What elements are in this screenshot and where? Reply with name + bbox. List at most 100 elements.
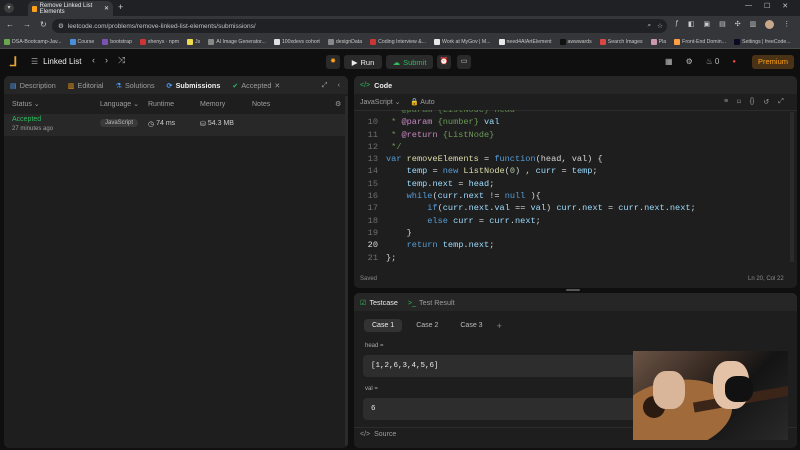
code-token: = — [453, 178, 469, 189]
code-token: curr — [535, 166, 557, 177]
left-tabbar: ▤ Description ▥ Editorial ⚗ Solutions ⟳ Submiss… — [4, 76, 348, 94]
line-number: 10 — [367, 117, 378, 128]
braces-icon[interactable]: {} — [750, 98, 755, 106]
format-icon[interactable]: ≡ — [724, 98, 728, 106]
tab-search-icon[interactable]: ▾ — [4, 3, 14, 13]
menu-icon[interactable]: ⋮ — [783, 20, 790, 29]
bookmark-item[interactable]: Course — [69, 39, 94, 45]
tab-editorial[interactable]: ▥ Editorial — [68, 81, 104, 90]
tab-accepted[interactable]: ✔ Accepted ✕ — [232, 81, 280, 90]
leetcode-logo-icon[interactable]: ⅃ — [10, 55, 22, 69]
bookmark-item[interactable]: Coding Interview &... — [370, 39, 426, 45]
tab-solutions[interactable]: ⚗ Solutions — [116, 81, 155, 90]
premium-button[interactable]: Premium — [752, 55, 794, 69]
code-token: == — [509, 203, 531, 214]
layout-icon[interactable]: ▦ — [665, 57, 673, 66]
bookmarks-bar: DSA-Bootcamp-Jav... Course bootstrap shenys… — [0, 36, 800, 49]
code-token: @return — [401, 129, 438, 140]
bookmark-item[interactable]: DSA-Bootcamp-Jav... — [4, 39, 62, 45]
tab-description[interactable]: ▤ Description — [10, 81, 56, 90]
bookmark-item[interactable]: Work at MyGov | M... — [434, 39, 491, 45]
timer-icon[interactable]: ⏰ — [437, 55, 451, 69]
settings-icon[interactable]: ⚙ — [686, 57, 693, 66]
auto-format-toggle[interactable]: 🔒 Auto — [410, 98, 435, 106]
status-header[interactable]: Status ⌄ — [12, 100, 40, 108]
extensions-puzzle-icon[interactable]: ✣ — [735, 20, 741, 29]
debug-icon[interactable]: ✹ — [326, 55, 340, 69]
close-window-icon[interactable]: ✕ — [782, 2, 788, 10]
bookmark-item[interactable]: 100xdevs cohort — [273, 39, 320, 45]
extension-icon[interactable]: ◧ — [688, 20, 695, 29]
notes-icon[interactable]: ▭ — [457, 55, 471, 69]
add-case-icon[interactable]: + — [497, 321, 502, 331]
code-editor[interactable]: * @param {ListNode} head 10 * @param {num… — [356, 110, 786, 264]
bookmark-item[interactable]: awwwards — [559, 39, 592, 45]
code-scrollbar[interactable] — [790, 112, 794, 262]
resize-handle[interactable] — [566, 289, 580, 291]
status-accepted[interactable]: Accepted — [12, 116, 41, 123]
code-icon: </> — [360, 431, 371, 438]
shuffle-icon[interactable]: ⤨ — [118, 55, 125, 66]
tab-submissions[interactable]: ⟳ Submissions — [167, 81, 221, 90]
bookmark-item[interactable]: shenys · npm — [139, 39, 179, 45]
browser-tab[interactable]: Remove Linked List Elements ✕ — [28, 1, 113, 16]
close-tab-icon[interactable]: ✕ — [274, 81, 280, 90]
left-scrollbar[interactable] — [345, 96, 348, 446]
fullscreen-icon[interactable]: ⤢ — [778, 98, 784, 106]
table-row[interactable]: Accepted 27 minutes ago JavaScript ◷ 74 m… — [4, 114, 348, 136]
code-token: head — [468, 178, 490, 189]
next-problem-icon[interactable]: › — [105, 55, 108, 66]
bookmark-favicon-icon — [4, 39, 10, 45]
terminal-icon: >_ — [407, 297, 417, 307]
table-settings-icon[interactable]: ⚙ — [335, 100, 341, 108]
address-bar[interactable]: ⚙ leetcode.com/problems/remove-linked-li… — [52, 19, 667, 33]
bookmark-item[interactable]: Js — [187, 39, 200, 45]
zoom-icon[interactable]: ⌕ — [648, 22, 652, 30]
back-icon[interactable]: ← — [6, 20, 14, 29]
bookmark-item[interactable]: Pla — [650, 39, 666, 45]
streak-counter[interactable]: ♨ 0 — [706, 57, 720, 66]
expand-icon[interactable]: ⤢ — [322, 80, 328, 90]
case-tab[interactable]: Case 1 — [364, 319, 403, 332]
prev-problem-icon[interactable]: ‹ — [92, 55, 95, 66]
close-tab-icon[interactable]: ✕ — [104, 5, 109, 12]
profile-avatar[interactable] — [765, 20, 775, 29]
sidebar-icon[interactable]: ▥ — [750, 20, 757, 29]
submit-button[interactable]: ☁ Submit — [386, 55, 433, 69]
extension-icon[interactable]: ƒ — [675, 20, 679, 29]
bookmark-item[interactable]: bootstrap — [102, 39, 132, 45]
code-token: curr — [453, 215, 474, 226]
bookmark-item[interactable]: Search Images — [599, 39, 643, 45]
case-tab[interactable]: Case 3 — [452, 319, 490, 332]
extension-icon[interactable]: ▣ — [704, 20, 711, 29]
bookmark-icon[interactable]: ⌑ — [737, 98, 741, 106]
forward-icon[interactable]: → — [23, 20, 31, 29]
extension-icon[interactable]: ▤ — [719, 20, 726, 29]
reload-icon[interactable]: ↻ — [40, 20, 47, 29]
picking-hand — [653, 371, 685, 409]
test-result-tab[interactable]: >_ Test Result — [408, 298, 455, 307]
bookmark-item[interactable]: designData — [327, 39, 362, 45]
code-token: return — [406, 240, 443, 251]
source-link[interactable]: </> Source — [360, 431, 396, 438]
collapse-icon[interactable]: ‹ — [338, 80, 340, 90]
bookmark-item[interactable]: need4AIArtElement — [498, 39, 552, 45]
run-button[interactable]: ▶ Run — [344, 55, 382, 69]
site-info-icon[interactable]: ⚙ — [58, 22, 64, 30]
bookmark-item[interactable]: AI Image Generator... — [208, 39, 266, 45]
language-select[interactable]: JavaScript ⌄ — [360, 98, 401, 106]
case-tab[interactable]: Case 2 — [408, 319, 446, 332]
maximize-icon[interactable]: ☐ — [764, 2, 770, 10]
minimize-icon[interactable]: — — [745, 2, 752, 10]
bookmark-star-icon[interactable]: ☆ — [657, 22, 663, 30]
reset-icon[interactable]: ↺ — [763, 98, 769, 106]
webcam-overlay — [633, 351, 788, 440]
bookmark-item[interactable]: Settings | freeCode... — [733, 39, 791, 45]
new-tab-icon[interactable]: + — [118, 2, 123, 12]
code-token: @param — [401, 117, 433, 128]
testcase-tab[interactable]: ☑ Testcase — [360, 298, 398, 307]
language-header[interactable]: Language ⌄ — [100, 100, 139, 108]
bookmark-item[interactable]: Front-End Domin... — [674, 39, 726, 45]
tab-label: Description — [19, 80, 56, 90]
problem-list-title[interactable]: Linked List — [43, 57, 81, 66]
